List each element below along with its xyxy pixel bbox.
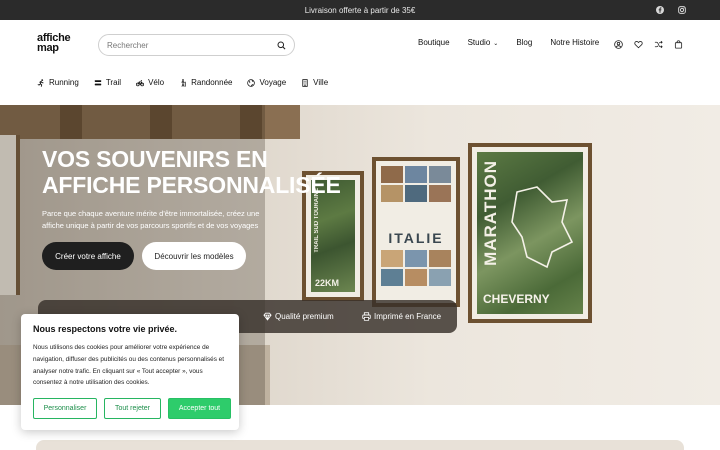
nav-item-studio[interactable]: Studio ⌄ [468,38,499,47]
diamond-icon [263,312,272,321]
next-section [36,440,684,450]
cookie-title: Nous respectons votre vie privée. [33,324,178,334]
chevron-down-icon: ⌄ [493,41,499,47]
bike-icon [136,79,145,86]
feature-label: Imprimé en France [374,312,442,321]
category-label: Voyage [259,78,287,87]
nav-item-blog[interactable]: Blog [516,38,532,47]
building-icon [302,78,308,87]
site-header: affiche map Boutique Studio⌄ Blog Notre … [0,20,720,70]
poster-map: MARATHON CHEVERNY [477,152,583,314]
create-poster-button[interactable]: Créer votre affiche [42,242,134,270]
trail-icon [94,79,102,85]
category-voyage[interactable]: Voyage [247,78,286,87]
category-label: Randonnée [191,78,233,87]
search-input[interactable] [107,40,277,50]
photo-grid [381,166,451,202]
cookie-buttons: Personnaliser Tout rejeter Accepter tout [33,398,231,419]
category-bar: Running Trail Vélo Randonnée Voyage Vill… [37,78,343,87]
hero-title-line-1: VOS SOUVENIRS EN [42,146,268,172]
hero-title-line-2: AFFICHE PERSONNALISÉE [42,172,341,198]
category-label: Running [49,78,79,87]
social-links [656,0,686,20]
feature-printed: Imprimé en France [362,312,441,321]
category-ville[interactable]: Ville [301,78,328,87]
nav-item-boutique[interactable]: Boutique [418,38,450,47]
category-trail[interactable]: Trail [94,78,121,87]
poster-collage: ITALIE [381,166,451,298]
nav-item-studio-label: Studio [467,38,491,47]
category-velo[interactable]: Vélo [136,78,164,87]
discover-models-button[interactable]: Découvrir les modèles [142,242,246,270]
cookie-banner: Nous respectons votre vie privée. Nous u… [21,314,239,430]
category-label: Ville [313,78,329,87]
poster-city: CHEVERNY [483,292,550,306]
reject-all-button[interactable]: Tout rejeter [104,398,161,419]
photo-grid-bottom [381,250,451,286]
wishlist-icon[interactable] [634,40,643,49]
category-running[interactable]: Running [37,78,79,87]
account-icon[interactable] [614,40,623,49]
poster-italie: ITALIE [372,157,460,307]
poster-distance: 22KM [315,278,340,288]
site-logo[interactable]: affiche map [37,33,71,54]
route-line [511,186,574,269]
nav-item-notre-histoire[interactable]: Notre Histoire [550,38,599,47]
feature-label: Qualité premium [275,312,334,321]
cart-icon[interactable] [674,40,683,49]
announcement-bar: Livraison offerte à partir de 35€ [0,0,720,20]
poster-title: MARATHON [481,160,500,266]
running-icon [37,78,44,87]
facebook-icon[interactable] [656,6,664,14]
main-nav: Boutique Studio ⌄ Blog Notre Histoire [418,38,617,47]
announcement-text: Livraison offerte à partir de 35€ [304,5,416,15]
hero-title: VOS SOUVENIRS EN AFFICHE PERSONNALISÉE [42,146,362,198]
accept-all-button[interactable]: Accepter tout [168,398,231,419]
hero-subtitle: Parce que chaque aventure mérite d'être … [42,209,260,230]
hiking-icon [181,78,186,87]
category-label: Trail [105,78,122,87]
cookie-text: Nous utilisons des cookies pour améliore… [33,344,225,387]
feature-quality: Qualité premium [263,312,334,321]
logo-line-2: map [37,42,59,54]
globe-icon [247,78,256,87]
header-icons [614,40,683,49]
category-label: Vélo [148,78,165,87]
category-randonnee[interactable]: Randonnée [179,78,232,87]
search-icon[interactable] [277,40,286,50]
poster-word: ITALIE [381,230,451,246]
customize-button[interactable]: Personnaliser [33,398,97,419]
poster-marathon: MARATHON CHEVERNY [468,143,592,323]
compare-icon[interactable] [654,40,663,49]
printer-icon [362,312,371,321]
instagram-icon[interactable] [678,6,686,14]
search-box [98,34,295,56]
